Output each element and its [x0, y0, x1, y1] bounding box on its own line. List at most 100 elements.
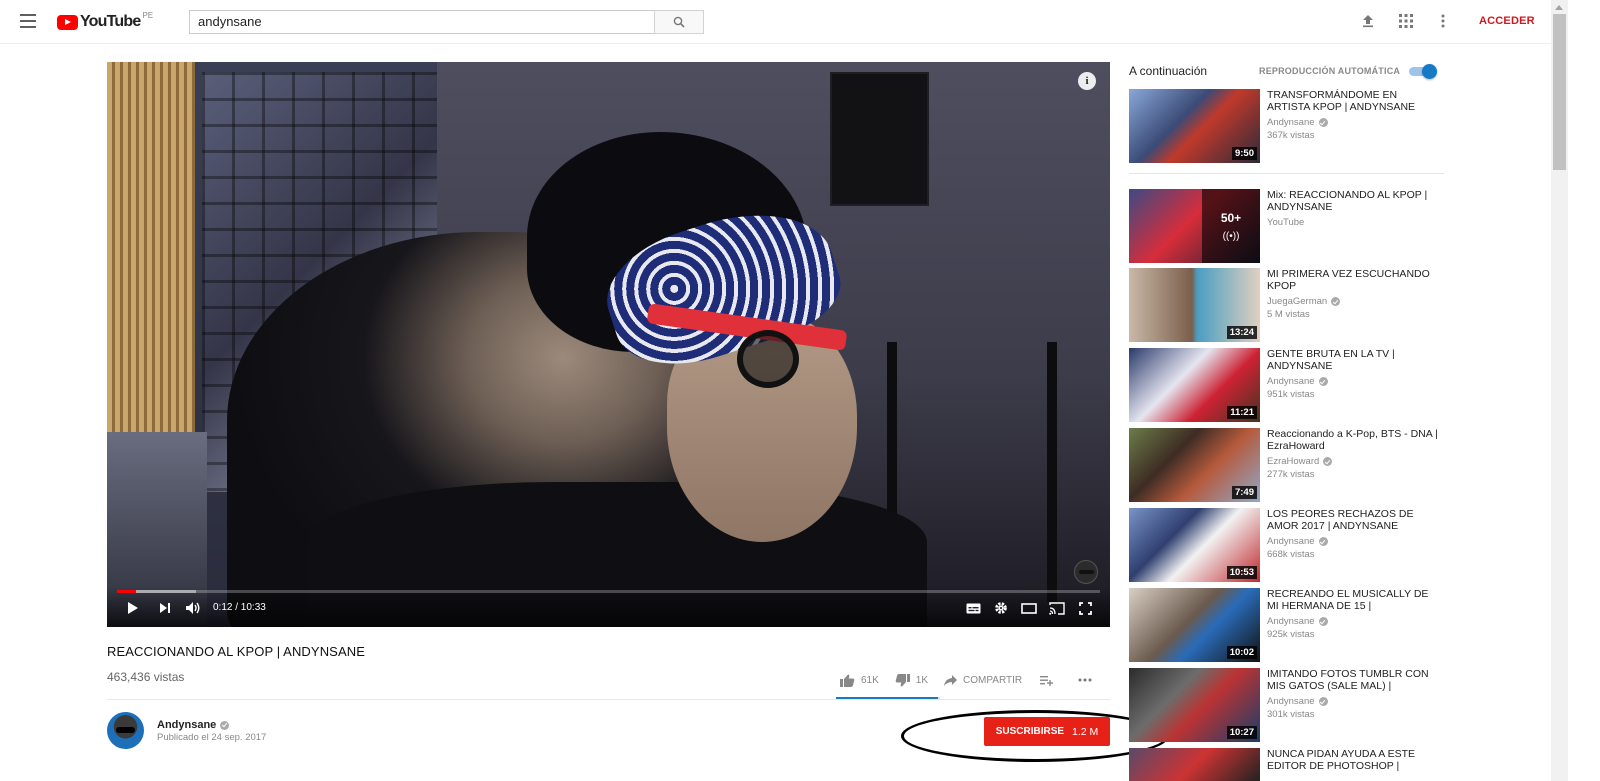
fullscreen-button[interactable]	[1079, 600, 1092, 616]
apps-icon[interactable]	[1399, 14, 1413, 33]
toggle-knob	[1422, 64, 1437, 79]
page-scrollbar[interactable]	[1551, 0, 1568, 781]
channel-name-row[interactable]: Andynsane	[157, 719, 230, 731]
verified-icon	[1318, 537, 1328, 546]
related-video-title[interactable]: LOS PEORES RECHAZOS DE AMOR 2017 | ANDYN…	[1267, 508, 1439, 532]
duration-badge: 11:21	[1227, 406, 1257, 419]
upload-icon[interactable]	[1361, 14, 1375, 33]
theater-icon	[1021, 602, 1037, 614]
like-count: 61K	[861, 674, 879, 686]
related-video-title[interactable]: Mix: REACCIONANDO AL KPOP | ANDYNSANE	[1267, 189, 1439, 213]
menu-icon[interactable]	[20, 14, 36, 28]
related-video-title[interactable]: IMITANDO FOTOS TUMBLR CON MIS GATOS (SAL…	[1267, 668, 1439, 692]
video-actions: 61K 1K COMPARTIR	[840, 671, 1108, 689]
view-count: 463,436 vistas	[107, 670, 185, 684]
related-video-item[interactable]: 50+ ((•)) Mix: REACCIONANDO AL KPOP | ANDY…	[1129, 189, 1444, 263]
info-icon[interactable]: i	[1078, 72, 1096, 90]
cast-button[interactable]	[1049, 600, 1065, 616]
related-video-title[interactable]: GENTE BRUTA EN LA TV | ANDYNSANE	[1267, 348, 1439, 372]
related-video-item[interactable]: 10:53 LOS PEORES RECHAZOS DE AMOR 2017 | …	[1129, 508, 1444, 582]
duration-badge: 13:24	[1226, 326, 1257, 339]
search-input[interactable]: andynsane	[189, 10, 654, 34]
video-thumbnail[interactable]: 50+ ((•))	[1129, 189, 1260, 263]
related-video-title[interactable]: MI PRIMERA VEZ ESCUCHANDO KPOP	[1267, 268, 1439, 292]
subtitles-button[interactable]	[966, 600, 981, 616]
sign-in-button[interactable]: ACCEDER	[1479, 15, 1535, 27]
video-thumbnail[interactable]: 10:27	[1129, 668, 1260, 742]
video-thumbnail[interactable]: 13:24	[1129, 268, 1260, 342]
subscribe-button[interactable]: SUSCRIBIRSE 1.2 M	[984, 717, 1110, 746]
related-video-channel: EzraHoward	[1267, 456, 1333, 467]
settings-button[interactable]	[994, 600, 1008, 616]
volume-button[interactable]	[185, 600, 201, 616]
search-icon	[673, 16, 685, 28]
related-video-title[interactable]: RECREANDO EL MUSICALLY DE MI HERMANA DE …	[1267, 588, 1439, 612]
related-video-views: 301k vistas	[1267, 709, 1315, 720]
related-channel-name: Andynsane	[1267, 696, 1315, 707]
duration-badge: 10:02	[1226, 646, 1257, 659]
subtitles-icon	[966, 603, 981, 613]
time-display: 0:12 / 10:33	[213, 602, 266, 613]
add-to-playlist-icon	[1040, 675, 1054, 686]
thumb-up-icon	[840, 674, 855, 687]
next-button[interactable]	[159, 600, 171, 616]
video-thumbnail[interactable]: 11:21	[1129, 348, 1260, 422]
related-video-item[interactable]: NUNCA PIDAN AYUDA A ESTE EDITOR DE PHOTO…	[1129, 748, 1444, 781]
related-video-title[interactable]: TRANSFORMÁNDOME EN ARTISTA KPOP | ANDYNS…	[1267, 89, 1439, 113]
related-channel-name: JuegaGerman	[1267, 296, 1328, 307]
broadcast-icon: ((•))	[1222, 230, 1240, 242]
channel-avatar[interactable]	[107, 712, 144, 749]
related-video-item[interactable]: 10:27 IMITANDO FOTOS TUMBLR CON MIS GATOS…	[1129, 668, 1444, 742]
related-video-item[interactable]: 11:21 GENTE BRUTA EN LA TV | ANDYNSANE And…	[1129, 348, 1444, 422]
theater-mode-button[interactable]	[1021, 600, 1037, 616]
related-video-title[interactable]: Reaccionando a K-Pop, BTS - DNA | EzraHo…	[1267, 428, 1439, 452]
video-thumbnail[interactable]: 9:50	[1129, 89, 1260, 163]
youtube-logo[interactable]: YouTube PE	[57, 11, 153, 32]
related-channel-name: Andynsane	[1267, 376, 1315, 387]
related-video-item[interactable]: 9:50 TRANSFORMÁNDOME EN ARTISTA KPOP | AN…	[1129, 89, 1444, 163]
related-video-item[interactable]: 13:24 MI PRIMERA VEZ ESCUCHANDO KPOP Juega…	[1129, 268, 1444, 342]
dislike-count: 1K	[915, 674, 929, 686]
autoplay-toggle[interactable]	[1409, 64, 1437, 79]
scroll-up-arrow[interactable]	[1555, 5, 1563, 10]
related-video-channel: Andynsane	[1267, 536, 1328, 547]
dislike-button[interactable]: 1K	[895, 673, 929, 687]
search-button[interactable]	[654, 10, 704, 34]
video-thumbnail[interactable]	[1129, 748, 1260, 781]
more-vert-icon[interactable]	[1441, 14, 1445, 33]
scroll-thumb[interactable]	[1553, 14, 1566, 170]
related-video-channel: Andynsane	[1267, 376, 1328, 387]
like-button[interactable]: 61K	[840, 674, 879, 687]
related-channel-name: Andynsane	[1267, 536, 1315, 547]
related-video-title[interactable]: NUNCA PIDAN AYUDA A ESTE EDITOR DE PHOTO…	[1267, 748, 1439, 772]
play-button[interactable]	[127, 600, 139, 616]
related-video-channel: YouTube	[1267, 217, 1304, 228]
settings-icon	[995, 602, 1007, 614]
related-video-item[interactable]: 10:02 RECREANDO EL MUSICALLY DE MI HERMAN…	[1129, 588, 1444, 662]
more-actions-button[interactable]	[1078, 678, 1092, 682]
video-thumbnail[interactable]: 10:53	[1129, 508, 1260, 582]
verified-icon	[1323, 457, 1333, 466]
video-title: REACCIONANDO AL KPOP | ANDYNSANE	[107, 644, 365, 659]
video-player[interactable]: i 0:12 / 10:33	[107, 62, 1110, 627]
next-icon	[160, 603, 170, 613]
related-video-views: 925k vistas	[1267, 629, 1315, 640]
share-icon	[944, 674, 958, 686]
channel-watermark[interactable]	[1074, 560, 1098, 584]
related-channel-name: Andynsane	[1267, 616, 1315, 627]
progress-bar[interactable]	[117, 590, 1100, 593]
thumb-down-icon	[895, 673, 910, 686]
channel-name[interactable]: Andynsane	[157, 719, 216, 731]
verified-icon	[1318, 617, 1328, 626]
video-thumbnail[interactable]: 10:02	[1129, 588, 1260, 662]
related-video-views: 951k vistas	[1267, 389, 1315, 400]
share-button[interactable]: COMPARTIR	[944, 674, 1022, 686]
video-thumbnail[interactable]: 7:49	[1129, 428, 1260, 502]
related-video-item[interactable]: 7:49 Reaccionando a K-Pop, BTS - DNA | Ez…	[1129, 428, 1444, 502]
verified-icon	[220, 720, 230, 730]
related-video-channel: Andynsane	[1267, 696, 1328, 707]
add-to-playlist-button[interactable]	[1040, 675, 1054, 686]
verified-icon	[1318, 377, 1328, 386]
duration-badge: 10:53	[1226, 566, 1257, 579]
related-video-views: 5 M vistas	[1267, 309, 1310, 320]
